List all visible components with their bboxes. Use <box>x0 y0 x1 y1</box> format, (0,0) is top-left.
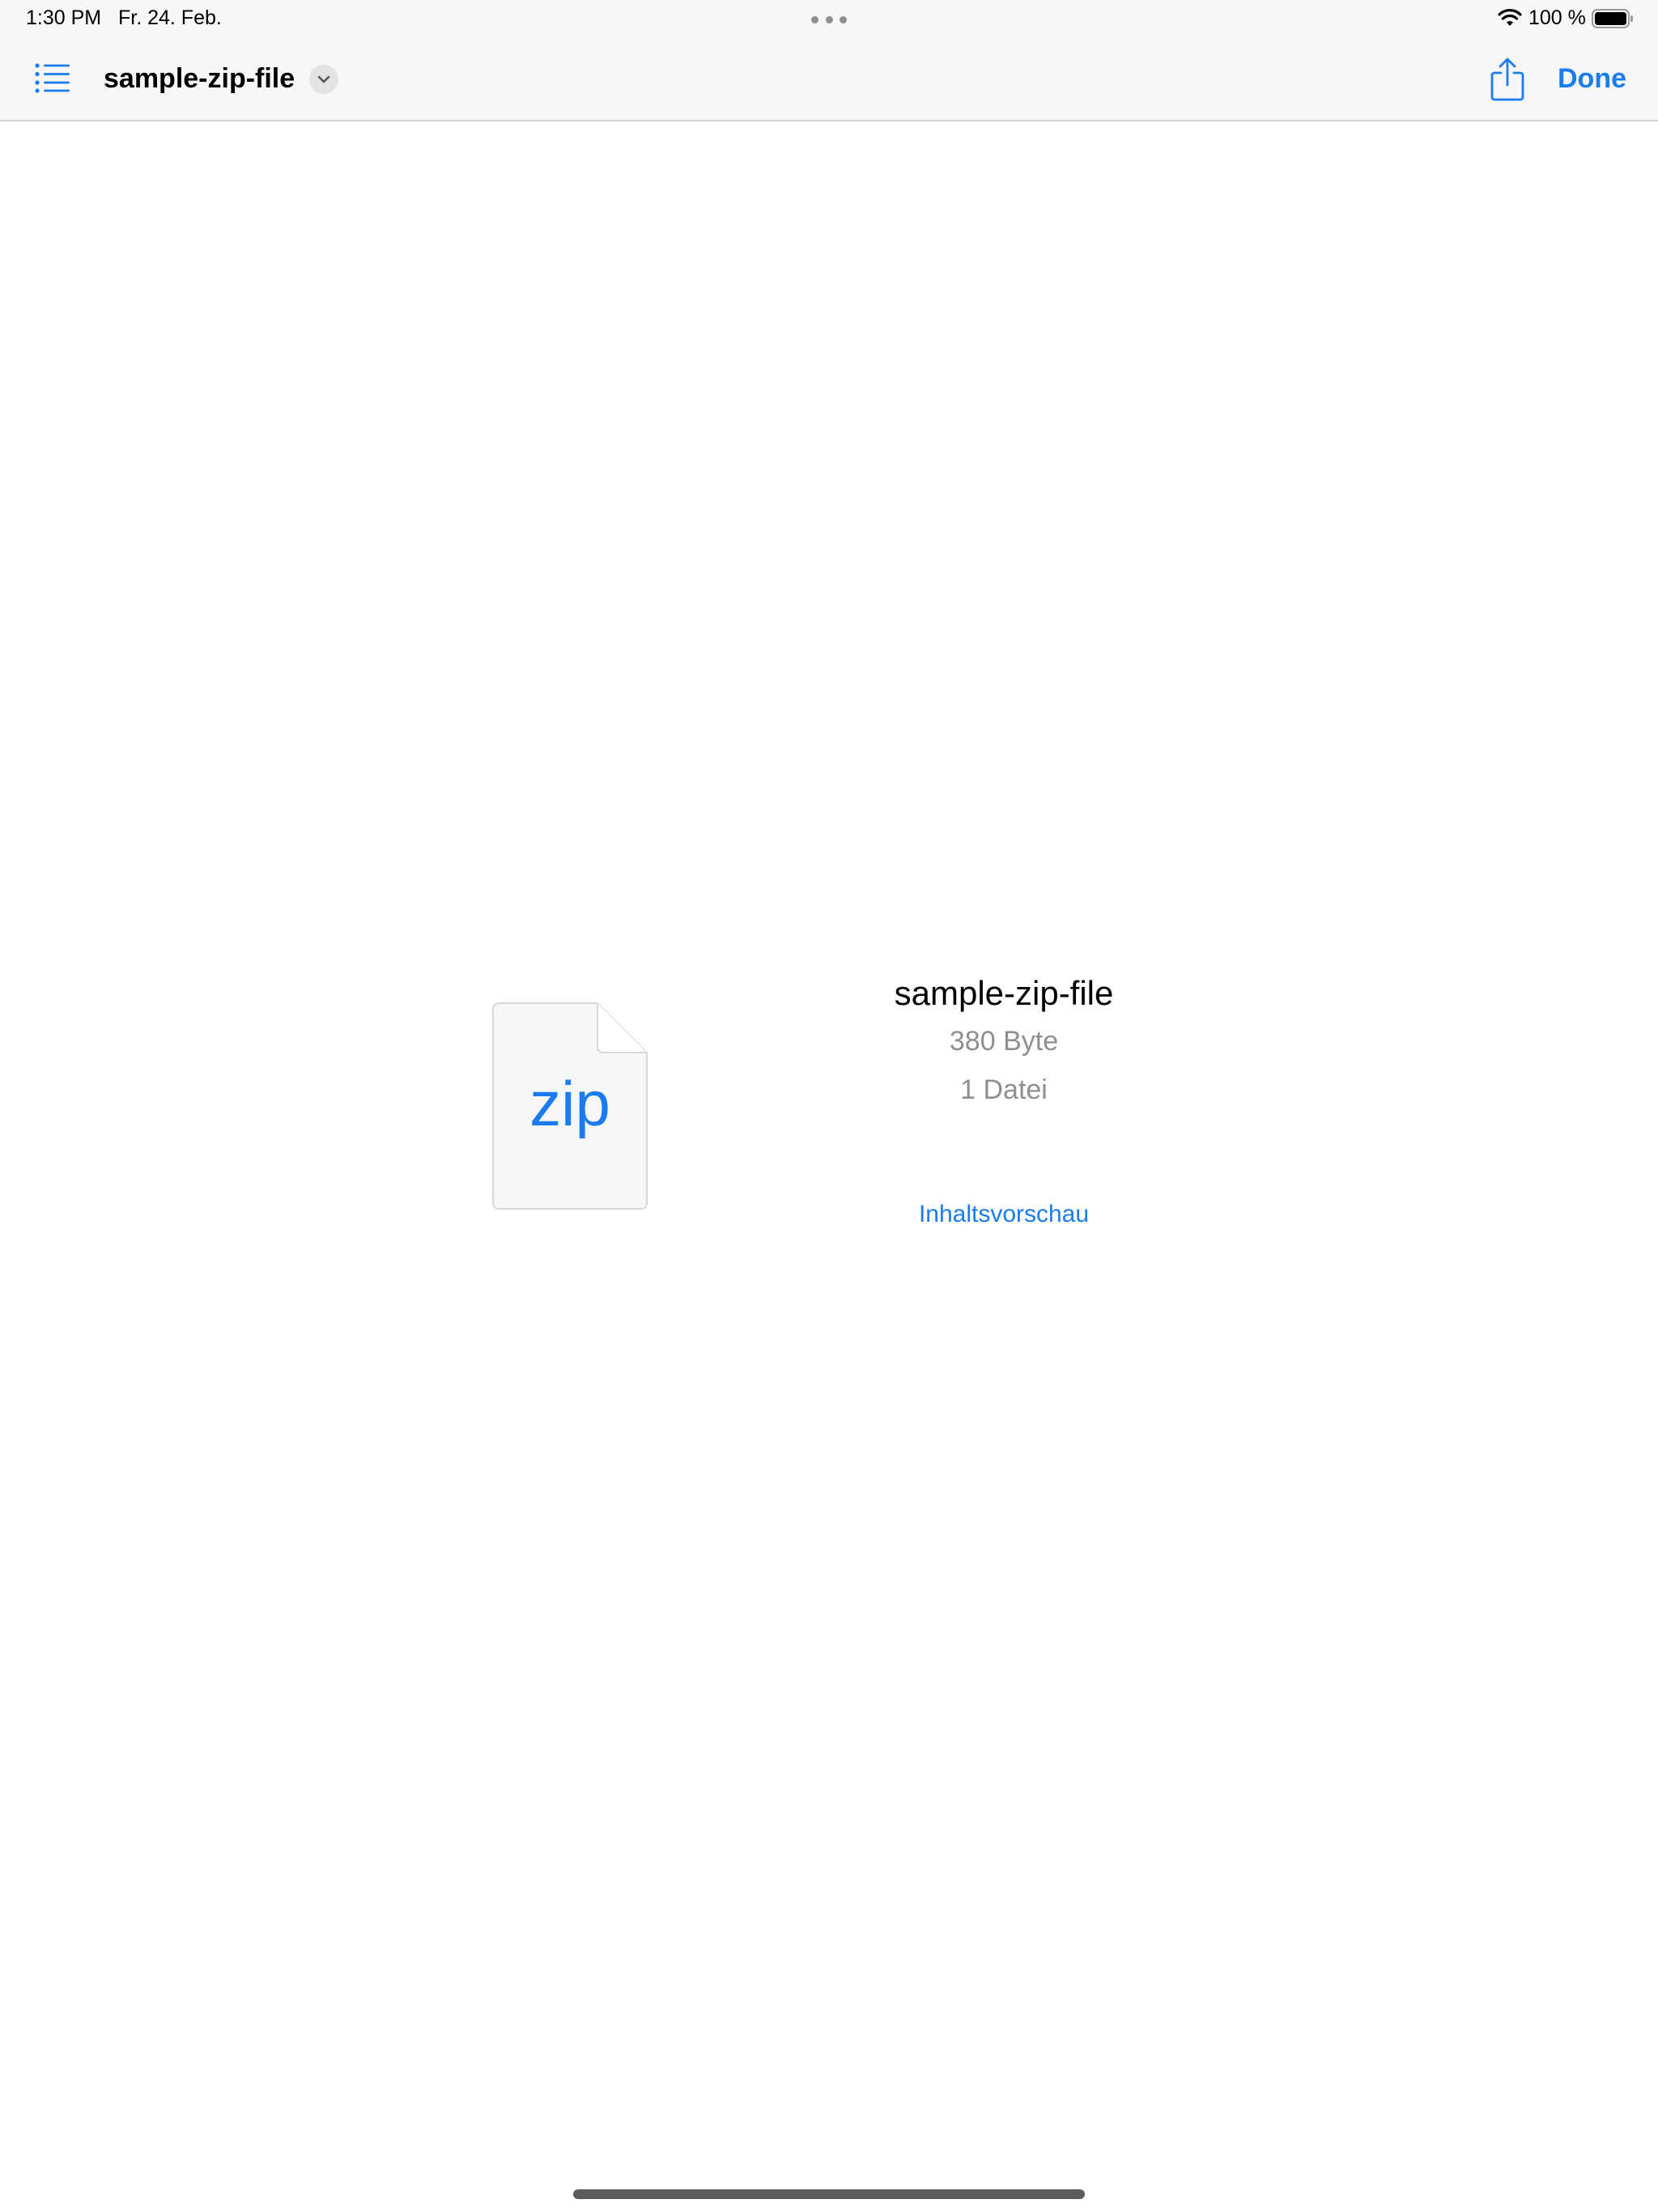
content-preview-link[interactable]: Inhaltsvorschau <box>842 1200 1166 1229</box>
battery-full-icon <box>1592 9 1633 28</box>
file-count: 1 Datei <box>960 1074 1048 1105</box>
status-date: Fr. 24. Feb. <box>118 6 222 29</box>
file-name: sample-zip-file <box>894 974 1114 1012</box>
wifi-icon <box>1498 9 1522 26</box>
quicklook-preview-screen: 1:30 PM Fr. 24. Feb. 100 % sample-zip-fi… <box>0 0 1658 2212</box>
chevron-down-icon <box>317 75 330 83</box>
top-bar: 1:30 PM Fr. 24. Feb. 100 % sample-zip-fi… <box>0 0 1658 121</box>
status-time: 1:30 PM <box>26 6 102 29</box>
list-icon[interactable] <box>34 62 71 94</box>
share-icon[interactable] <box>1490 57 1525 102</box>
file-type-label: zip <box>529 1068 610 1139</box>
document-title[interactable]: sample-zip-file <box>104 62 295 96</box>
battery-percentage: 100 % <box>1528 6 1586 29</box>
home-indicator[interactable] <box>573 2189 1085 2199</box>
multitasking-dots-icon[interactable] <box>811 16 847 23</box>
title-menu-button[interactable] <box>309 65 338 94</box>
file-size: 380 Byte <box>949 1026 1059 1057</box>
done-button[interactable]: Done <box>1558 62 1626 96</box>
